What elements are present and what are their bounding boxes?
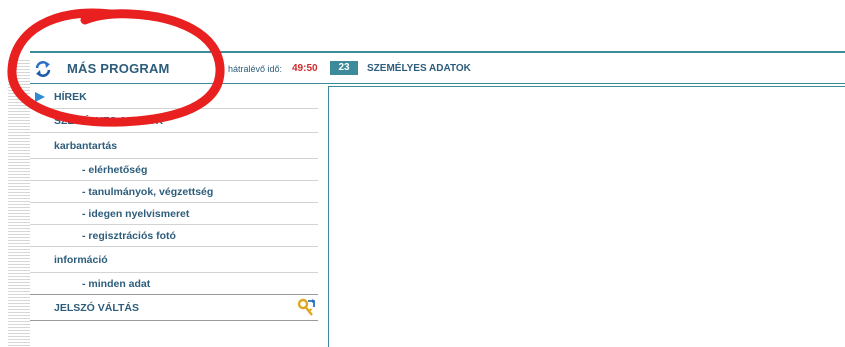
key-icon[interactable]	[296, 298, 316, 318]
sidebar-item-szemelyes-adatok[interactable]: SZEMÉLYES ADATOK	[30, 109, 318, 133]
sidebar-item-label: - tanulmányok, végzettség	[82, 186, 214, 198]
sidebar-item-label: - regisztrációs fotó	[82, 230, 176, 242]
sidebar-item-karbantartas[interactable]: karbantartás	[30, 133, 318, 159]
sidebar-item-tanulmanyok[interactable]: - tanulmányok, végzettség	[30, 181, 318, 203]
header-bar: MÁS PROGRAM hátralévő idő: 49:50 23 SZEM…	[30, 51, 845, 84]
content-panel	[328, 86, 845, 347]
sidebar-item-minden-adat[interactable]: - minden adat	[30, 273, 318, 295]
app-title[interactable]: MÁS PROGRAM	[67, 61, 170, 76]
sidebar-item-jelszo-valtas[interactable]: JELSZÓ VÁLTÁS	[30, 295, 318, 321]
timer-value: 49:50	[292, 63, 318, 74]
sidebar-item-elerhetoseg[interactable]: - elérhetőség	[30, 159, 318, 181]
sidebar-item-idegen-nyelvismeret[interactable]: - idegen nyelvismeret	[30, 203, 318, 225]
sidebar-item-label: karbantartás	[54, 140, 118, 152]
sidebar-item-label: - minden adat	[82, 278, 151, 290]
count-badge: 23	[330, 61, 358, 75]
sidebar-item-label: információ	[54, 254, 108, 266]
sidebar-item-hirek[interactable]: HÍREK	[30, 85, 318, 109]
sidebar-menu: HÍREK SZEMÉLYES ADATOK karbantartás - el…	[30, 85, 318, 321]
left-striped-gutter	[8, 60, 30, 347]
timer-label: hátralévő idő:	[228, 64, 283, 74]
sidebar-item-label: JELSZÓ VÁLTÁS	[54, 302, 139, 314]
sidebar-item-label: - elérhetőség	[82, 164, 148, 176]
refresh-icon[interactable]	[34, 60, 52, 78]
sidebar-item-regisztracios-foto[interactable]: - regisztrációs fotó	[30, 225, 318, 247]
section-title: SZEMÉLYES ADATOK	[367, 63, 471, 74]
sidebar-item-label: HÍREK	[54, 91, 87, 103]
sidebar-item-label: - idegen nyelvismeret	[82, 208, 190, 220]
sidebar-item-label: SZEMÉLYES ADATOK	[54, 115, 164, 127]
sidebar-item-informacio[interactable]: információ	[30, 247, 318, 273]
